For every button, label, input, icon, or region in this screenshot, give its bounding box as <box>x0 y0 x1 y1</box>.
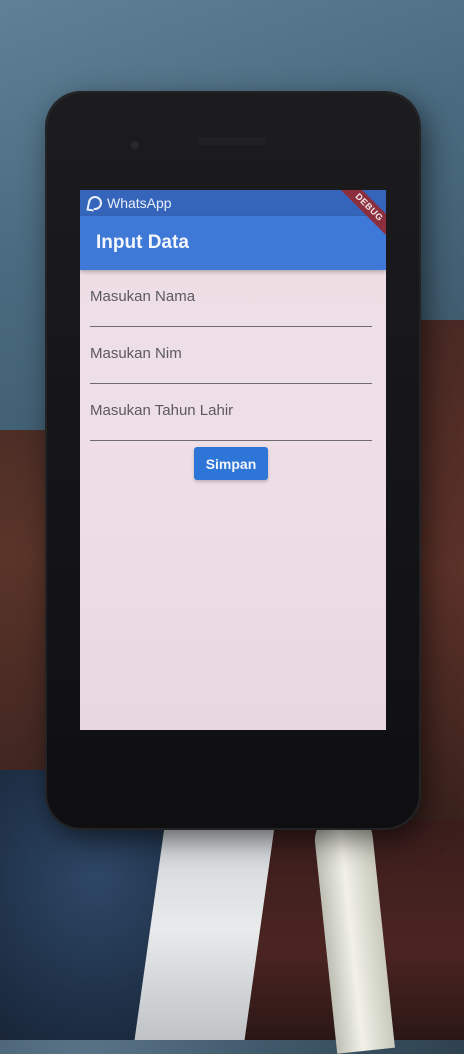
input-form: Simpan <box>90 270 372 480</box>
status-bar: WhatsApp <box>80 190 386 216</box>
earpiece-speaker <box>197 137 267 145</box>
front-camera <box>129 139 141 151</box>
app-bar: Input Data <box>80 216 386 270</box>
nim-input[interactable] <box>90 345 372 362</box>
birth-year-field <box>90 384 372 441</box>
whatsapp-icon <box>88 196 102 210</box>
save-button[interactable]: Simpan <box>194 447 268 480</box>
nim-field <box>90 327 372 384</box>
phone-device: WhatsApp DEBUG Input Data Simpan <box>47 93 419 828</box>
birth-year-input[interactable] <box>90 402 372 419</box>
name-input[interactable] <box>90 288 372 305</box>
name-field <box>90 270 372 327</box>
phone-screen: WhatsApp DEBUG Input Data Simpan <box>80 190 386 730</box>
notification-app-name: WhatsApp <box>107 195 172 211</box>
page-title: Input Data <box>96 232 189 253</box>
